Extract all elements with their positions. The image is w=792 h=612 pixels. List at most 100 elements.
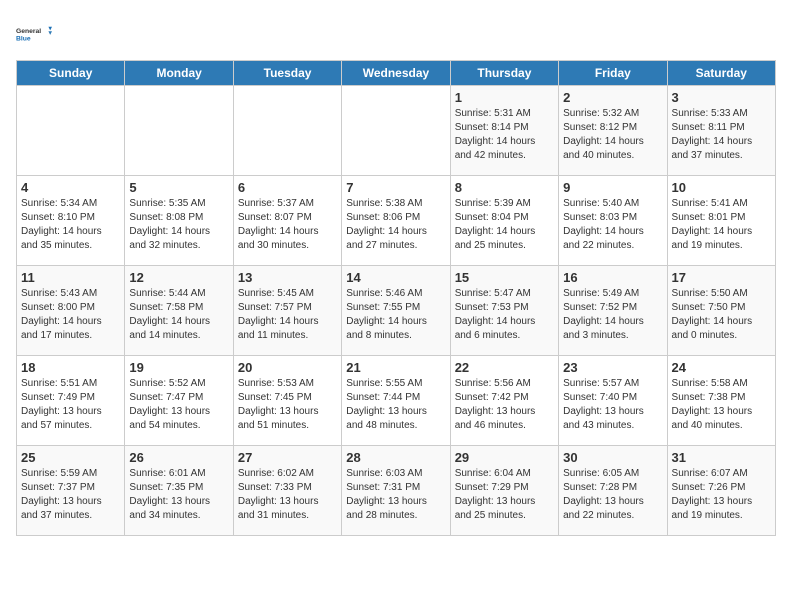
week-row-1: 1 Sunrise: 5:31 AM Sunset: 8:14 PM Daylig… (17, 86, 776, 176)
weekday-header-saturday: Saturday (667, 61, 775, 86)
day-number: 11 (21, 270, 120, 285)
day-cell-8: 8 Sunrise: 5:39 AM Sunset: 8:04 PM Daylig… (450, 176, 558, 266)
day-number: 30 (563, 450, 662, 465)
day-info: Sunrise: 5:45 AM Sunset: 7:57 PM Dayligh… (238, 287, 337, 343)
day-info: Sunrise: 5:44 AM Sunset: 7:58 PM Dayligh… (129, 287, 228, 343)
day-number: 23 (563, 360, 662, 375)
svg-text:Blue: Blue (16, 35, 31, 42)
logo-svg: General Blue (16, 16, 52, 52)
day-number: 3 (672, 90, 771, 105)
day-number: 25 (21, 450, 120, 465)
day-info: Sunrise: 5:31 AM Sunset: 8:14 PM Dayligh… (455, 107, 554, 163)
day-cell-30: 30 Sunrise: 6:05 AM Sunset: 7:28 PM Dayli… (559, 446, 667, 536)
day-cell-18: 18 Sunrise: 5:51 AM Sunset: 7:49 PM Dayli… (17, 356, 125, 446)
empty-cell (125, 86, 233, 176)
day-cell-27: 27Sunrise: 6:02 AM Sunset: 7:33 PM Dayli… (233, 446, 341, 536)
day-number: 5 (129, 180, 228, 195)
day-info: Sunrise: 5:51 AM Sunset: 7:49 PM Dayligh… (21, 377, 120, 433)
day-number: 2 (563, 90, 662, 105)
day-number: 16 (563, 270, 662, 285)
day-info: Sunrise: 5:56 AM Sunset: 7:42 PM Dayligh… (455, 377, 554, 433)
day-info: Sunrise: 6:04 AM Sunset: 7:29 PM Dayligh… (455, 467, 554, 523)
day-info: Sunrise: 5:49 AM Sunset: 7:52 PM Dayligh… (563, 287, 662, 343)
day-number: 18 (21, 360, 120, 375)
header: General Blue (16, 16, 776, 52)
day-info: Sunrise: 5:32 AM Sunset: 8:12 PM Dayligh… (563, 107, 662, 163)
day-number: 29 (455, 450, 554, 465)
weekday-header-thursday: Thursday (450, 61, 558, 86)
day-cell-28: 28Sunrise: 6:03 AM Sunset: 7:31 PM Dayli… (342, 446, 450, 536)
day-cell-25: 25 Sunrise: 5:59 AM Sunset: 7:37 PM Dayli… (17, 446, 125, 536)
day-info: Sunrise: 6:07 AM Sunset: 7:26 PM Dayligh… (672, 467, 771, 523)
day-number: 31 (672, 450, 771, 465)
day-cell-24: 24 Sunrise: 5:58 AM Sunset: 7:38 PM Dayli… (667, 356, 775, 446)
weekday-header-wednesday: Wednesday (342, 61, 450, 86)
empty-cell (233, 86, 341, 176)
day-info: Sunrise: 6:05 AM Sunset: 7:28 PM Dayligh… (563, 467, 662, 523)
day-cell-14: 14 Sunrise: 5:46 AM Sunset: 7:55 PM Dayli… (342, 266, 450, 356)
svg-text:General: General (16, 28, 41, 35)
day-info: Sunrise: 5:39 AM Sunset: 8:04 PM Dayligh… (455, 197, 554, 253)
day-number: 14 (346, 270, 445, 285)
day-number: 19 (129, 360, 228, 375)
day-cell-17: 17Sunrise: 5:50 AM Sunset: 7:50 PM Dayli… (667, 266, 775, 356)
day-cell-22: 22 Sunrise: 5:56 AM Sunset: 7:42 PM Dayli… (450, 356, 558, 446)
day-info: Sunrise: 5:40 AM Sunset: 8:03 PM Dayligh… (563, 197, 662, 253)
day-cell-16: 16 Sunrise: 5:49 AM Sunset: 7:52 PM Dayli… (559, 266, 667, 356)
day-number: 26 (129, 450, 228, 465)
day-cell-7: 7 Sunrise: 5:38 AM Sunset: 8:06 PM Daylig… (342, 176, 450, 266)
weekday-header-friday: Friday (559, 61, 667, 86)
day-info: Sunrise: 5:53 AM Sunset: 7:45 PM Dayligh… (238, 377, 337, 433)
day-cell-13: 13 Sunrise: 5:45 AM Sunset: 7:57 PM Dayli… (233, 266, 341, 356)
calendar-table: SundayMondayTuesdayWednesdayThursdayFrid… (16, 60, 776, 536)
day-cell-21: 21 Sunrise: 5:55 AM Sunset: 7:44 PM Dayli… (342, 356, 450, 446)
day-cell-6: 6Sunrise: 5:37 AM Sunset: 8:07 PM Daylig… (233, 176, 341, 266)
day-cell-10: 10 Sunrise: 5:41 AM Sunset: 8:01 PM Dayli… (667, 176, 775, 266)
day-cell-9: 9Sunrise: 5:40 AM Sunset: 8:03 PM Daylig… (559, 176, 667, 266)
day-number: 10 (672, 180, 771, 195)
day-number: 4 (21, 180, 120, 195)
day-number: 12 (129, 270, 228, 285)
week-row-4: 18 Sunrise: 5:51 AM Sunset: 7:49 PM Dayli… (17, 356, 776, 446)
day-cell-19: 19 Sunrise: 5:52 AM Sunset: 7:47 PM Dayli… (125, 356, 233, 446)
day-info: Sunrise: 5:52 AM Sunset: 7:47 PM Dayligh… (129, 377, 228, 433)
day-cell-12: 12 Sunrise: 5:44 AM Sunset: 7:58 PM Dayli… (125, 266, 233, 356)
weekday-header-monday: Monday (125, 61, 233, 86)
week-row-2: 4 Sunrise: 5:34 AM Sunset: 8:10 PM Daylig… (17, 176, 776, 266)
day-info: Sunrise: 5:59 AM Sunset: 7:37 PM Dayligh… (21, 467, 120, 523)
day-number: 21 (346, 360, 445, 375)
day-number: 8 (455, 180, 554, 195)
day-info: Sunrise: 5:57 AM Sunset: 7:40 PM Dayligh… (563, 377, 662, 433)
day-number: 1 (455, 90, 554, 105)
day-cell-29: 29 Sunrise: 6:04 AM Sunset: 7:29 PM Dayli… (450, 446, 558, 536)
day-cell-4: 4 Sunrise: 5:34 AM Sunset: 8:10 PM Daylig… (17, 176, 125, 266)
day-number: 15 (455, 270, 554, 285)
day-number: 22 (455, 360, 554, 375)
day-info: Sunrise: 5:35 AM Sunset: 8:08 PM Dayligh… (129, 197, 228, 253)
day-info: Sunrise: 5:43 AM Sunset: 8:00 PM Dayligh… (21, 287, 120, 343)
day-number: 20 (238, 360, 337, 375)
day-cell-5: 5 Sunrise: 5:35 AM Sunset: 8:08 PM Daylig… (125, 176, 233, 266)
day-info: Sunrise: 5:38 AM Sunset: 8:06 PM Dayligh… (346, 197, 445, 253)
weekday-header-row: SundayMondayTuesdayWednesdayThursdayFrid… (17, 61, 776, 86)
day-info: Sunrise: 5:58 AM Sunset: 7:38 PM Dayligh… (672, 377, 771, 433)
day-number: 13 (238, 270, 337, 285)
day-info: Sunrise: 5:47 AM Sunset: 7:53 PM Dayligh… (455, 287, 554, 343)
day-info: Sunrise: 6:01 AM Sunset: 7:35 PM Dayligh… (129, 467, 228, 523)
week-row-5: 25 Sunrise: 5:59 AM Sunset: 7:37 PM Dayli… (17, 446, 776, 536)
day-info: Sunrise: 5:50 AM Sunset: 7:50 PM Dayligh… (672, 287, 771, 343)
day-cell-15: 15 Sunrise: 5:47 AM Sunset: 7:53 PM Dayli… (450, 266, 558, 356)
day-info: Sunrise: 5:34 AM Sunset: 8:10 PM Dayligh… (21, 197, 120, 253)
week-row-3: 11 Sunrise: 5:43 AM Sunset: 8:00 PM Dayli… (17, 266, 776, 356)
day-number: 7 (346, 180, 445, 195)
day-info: Sunrise: 5:46 AM Sunset: 7:55 PM Dayligh… (346, 287, 445, 343)
day-cell-23: 23 Sunrise: 5:57 AM Sunset: 7:40 PM Dayli… (559, 356, 667, 446)
day-number: 27 (238, 450, 337, 465)
day-info: Sunrise: 5:55 AM Sunset: 7:44 PM Dayligh… (346, 377, 445, 433)
day-cell-3: 3Sunrise: 5:33 AM Sunset: 8:11 PM Daylig… (667, 86, 775, 176)
day-info: Sunrise: 5:41 AM Sunset: 8:01 PM Dayligh… (672, 197, 771, 253)
empty-cell (17, 86, 125, 176)
day-number: 24 (672, 360, 771, 375)
logo: General Blue (16, 16, 52, 52)
empty-cell (342, 86, 450, 176)
